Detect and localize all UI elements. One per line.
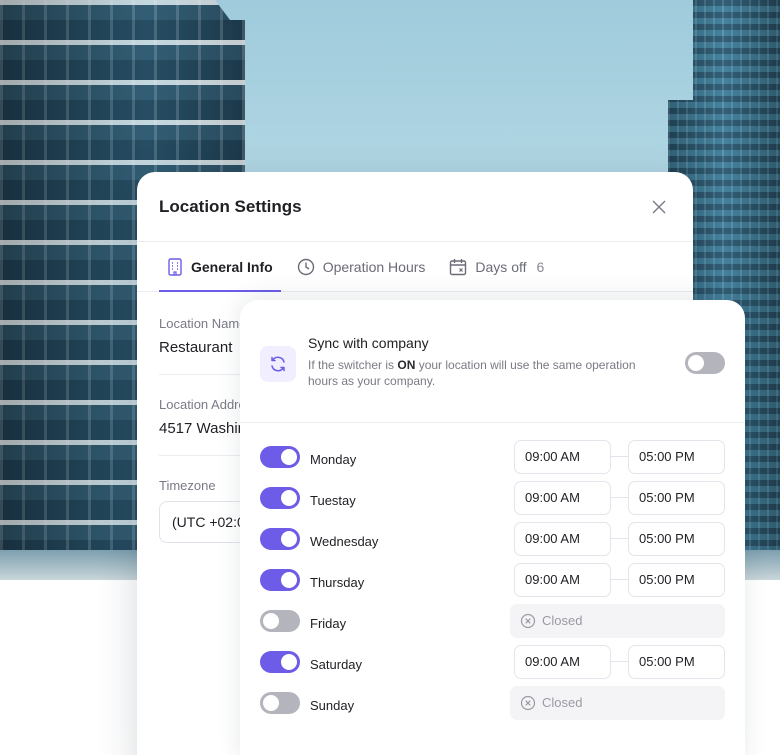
sync-section: Sync with company If the switcher is ON …: [240, 300, 745, 423]
day-toggle[interactable]: [260, 527, 300, 550]
timezone-label: Timezone: [159, 478, 216, 493]
day-toggle[interactable]: [260, 445, 300, 468]
day-name: Tuestay: [310, 493, 356, 508]
close-button[interactable]: [647, 195, 671, 219]
tab-operation-hours[interactable]: Operation Hours: [297, 242, 426, 291]
closed-label: Closed: [542, 695, 583, 710]
location-address-label: Location Address: [159, 397, 241, 412]
day-toggle[interactable]: [260, 568, 300, 591]
closed-label: Closed: [542, 613, 583, 628]
day-name: Sunday: [310, 698, 355, 713]
end-time-input[interactable]: 05:00 PM: [628, 439, 725, 474]
tab-days-off[interactable]: Days off 6: [449, 242, 544, 291]
time-separator: [611, 579, 628, 580]
day-toggle[interactable]: [260, 609, 300, 632]
tab-days-off-label: Days off: [475, 258, 527, 275]
location-address-value[interactable]: 4517 Washington: [159, 420, 241, 437]
start-time-input[interactable]: 09:00 AM: [514, 439, 611, 474]
time-separator: [611, 497, 628, 498]
sync-title: Sync with company: [308, 335, 429, 351]
start-time-input[interactable]: 09:00 AM: [514, 521, 611, 556]
end-time-input[interactable]: 05:00 PM: [628, 521, 725, 556]
day-row: Sunday Closed: [260, 682, 725, 723]
days-list: Monday 09:00 AM 05:00 PM Tuestay 09:00 AM 05:…: [240, 423, 745, 723]
modal-header: Location Settings: [137, 172, 693, 242]
location-name-label: Location Name: [159, 316, 241, 331]
refresh-icon: [271, 356, 285, 372]
start-time-input[interactable]: 09:00 AM: [514, 644, 611, 679]
day-toggle[interactable]: [260, 691, 300, 714]
tab-operation-hours-label: Operation Hours: [322, 258, 426, 275]
day-row: Friday Closed: [260, 600, 725, 641]
start-time-input[interactable]: 09:00 AM: [514, 562, 611, 597]
day-name: Wednesday: [310, 534, 379, 549]
operation-hours-card: Sync with company If the switcher is ON …: [240, 300, 745, 755]
time-separator: [611, 538, 628, 539]
day-name: Friday: [310, 616, 347, 631]
day-row: Thursday 09:00 AM 05:00 PM: [260, 559, 725, 600]
divider: [159, 455, 241, 456]
end-time-input[interactable]: 05:00 PM: [628, 562, 725, 597]
end-time-input[interactable]: 05:00 PM: [628, 480, 725, 515]
clock-icon: [297, 258, 314, 275]
day-toggle[interactable]: [260, 650, 300, 673]
calendar-x-icon: [450, 258, 467, 275]
day-name: Saturday: [310, 657, 363, 672]
day-toggle[interactable]: [260, 486, 300, 509]
day-row: Wednesday 09:00 AM 05:00 PM: [260, 518, 725, 559]
time-separator: [611, 661, 628, 662]
time-separator: [611, 456, 628, 457]
tab-bar: General Info Operation Hours Days off 6: [137, 242, 693, 292]
sync-description: If the switcher is ON your location will…: [308, 357, 658, 389]
end-time-input[interactable]: 05:00 PM: [628, 644, 725, 679]
close-icon: [652, 200, 666, 213]
sync-icon-tile: [260, 346, 296, 382]
sync-text: Sync with company If the switcher is ON …: [308, 335, 675, 389]
sync-toggle[interactable]: [685, 352, 725, 374]
divider: [159, 374, 241, 375]
tab-general-info-label: General Info: [191, 258, 273, 275]
building-icon: [168, 257, 182, 276]
closed-box: Closed: [510, 603, 725, 638]
sync-desc-bold: ON: [397, 358, 416, 372]
sync-desc-before: If the switcher is: [308, 358, 398, 372]
circle-x-icon: [520, 613, 536, 628]
modal-title: Location Settings: [159, 196, 302, 216]
days-off-count: 6: [536, 258, 545, 275]
tab-general-info[interactable]: General Info: [159, 242, 281, 292]
day-row: Saturday 09:00 AM 05:00 PM: [260, 641, 725, 682]
day-name: Monday: [310, 452, 357, 467]
start-time-input[interactable]: 09:00 AM: [514, 480, 611, 515]
stage: Location Settings General Info Operation…: [0, 0, 780, 755]
day-row: Monday 09:00 AM 05:00 PM: [260, 436, 725, 477]
day-name: Thursday: [310, 575, 365, 590]
closed-box: Closed: [510, 685, 725, 720]
circle-x-icon: [520, 695, 536, 710]
location-name-value[interactable]: Restaurant: [159, 339, 241, 356]
day-row: Tuestay 09:00 AM 05:00 PM: [260, 477, 725, 518]
